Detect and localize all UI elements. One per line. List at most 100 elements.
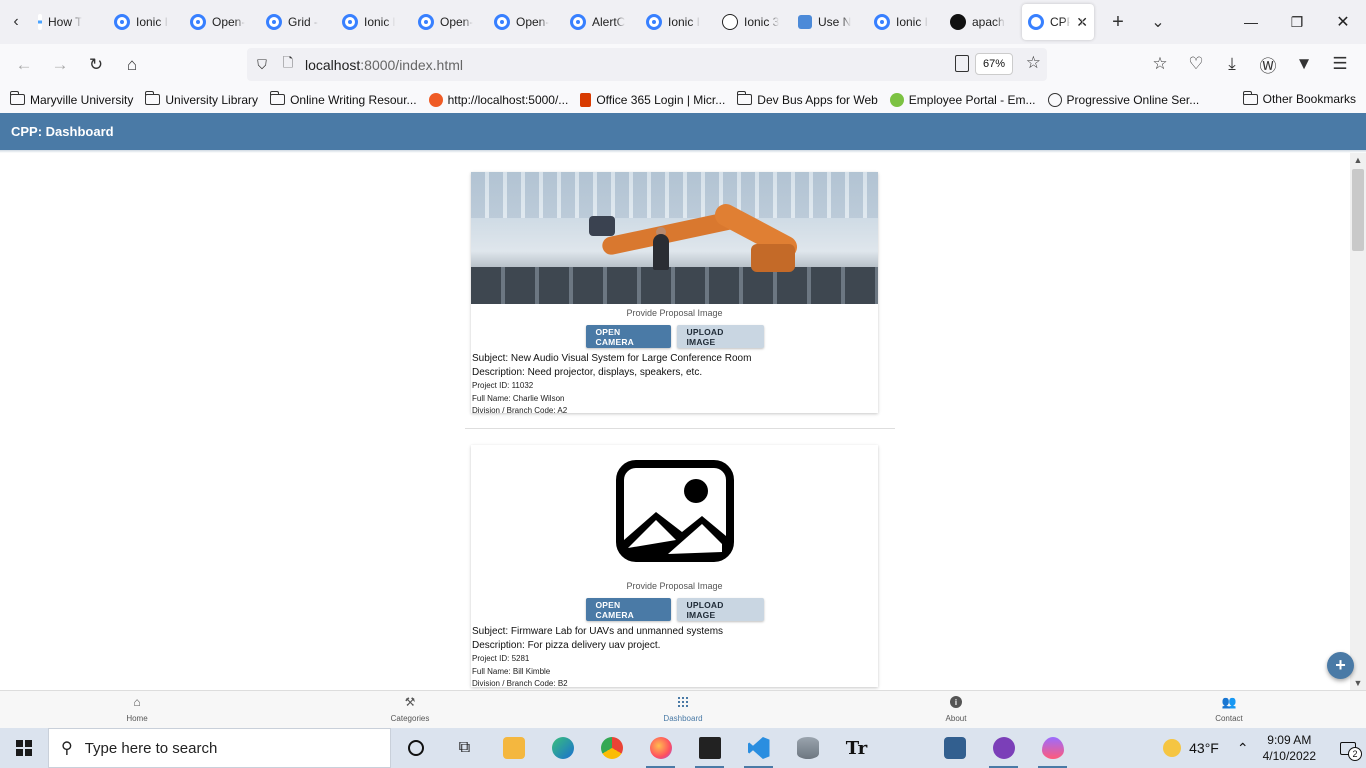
new-tab-button[interactable]: + (1100, 4, 1136, 40)
taskbar-clock[interactable]: 9:09 AM 4/10/2022 (1263, 732, 1316, 764)
browser-tab[interactable]: Open- (488, 4, 564, 40)
page-title: CPP: Dashboard (11, 124, 114, 139)
globe-icon (722, 14, 738, 30)
terminal-app[interactable] (685, 728, 734, 768)
reload-button[interactable]: ↻ (78, 49, 114, 81)
bookmark-item[interactable]: Maryville University (10, 91, 133, 107)
account-icon[interactable]: Ⓦ (1250, 48, 1286, 80)
full-name: Full Name: Bill Kimble (472, 666, 551, 676)
url-text[interactable]: localhost:8000/index.html (305, 57, 463, 73)
browser-tab[interactable]: Ionic 3 (716, 4, 792, 40)
tab-about[interactable]: i About (906, 695, 1006, 723)
browser-tab[interactable]: Ionic l (336, 4, 412, 40)
start-button[interactable] (0, 728, 48, 768)
zoom-level-badge[interactable]: 67% (974, 53, 1013, 75)
pocket-icon[interactable]: ☆ (1142, 48, 1178, 80)
typora-app[interactable]: Tr (832, 728, 881, 768)
task-view-icon: ⧉ (458, 739, 471, 756)
upload-image-button[interactable]: UPLOAD IMAGE (676, 325, 764, 348)
address-bar[interactable]: ⛉ 🗋 localhost:8000/index.html 67% ☆ (247, 48, 1047, 81)
chevron-up-icon[interactable]: ⌃ (1237, 740, 1249, 757)
dashboard-content[interactable]: Provide Proposal Image OPEN CAMERA UPLOA… (0, 153, 1350, 690)
browser-tab[interactable]: Open- (412, 4, 488, 40)
tab-bar-controls: › + ⌄ — ❐ ✕ (1064, 0, 1366, 44)
weather-temp[interactable]: 43°F (1189, 740, 1219, 756)
bookmark-item[interactable]: Office 365 Login | Micr... (580, 92, 725, 107)
page-info-icon[interactable]: 🗋 (275, 54, 301, 76)
tab-categories[interactable]: ⚒ Categories (360, 695, 460, 723)
menu-icon[interactable]: ☰ (1322, 48, 1358, 80)
mysql-workbench-app[interactable] (930, 728, 979, 768)
firefox-app[interactable] (636, 728, 685, 768)
windows-logo-icon (16, 740, 32, 756)
project-id: Project ID: 5281 (472, 654, 530, 663)
image-placeholder-icon (615, 460, 734, 562)
tab-dashboard[interactable]: Dashboard (633, 695, 733, 723)
folder-icon (145, 91, 161, 105)
forward-button[interactable]: → (42, 49, 78, 81)
other-bookmarks[interactable]: Other Bookmarks (1242, 90, 1356, 106)
bookmark-item[interactable]: Dev Bus Apps for Web (737, 91, 878, 107)
open-camera-button[interactable]: OPEN CAMERA (585, 325, 671, 348)
database-app[interactable] (783, 728, 832, 768)
upload-image-button[interactable]: UPLOAD IMAGE (676, 598, 764, 621)
button-row: OPEN CAMERA UPLOAD IMAGE (471, 598, 878, 621)
edge-icon (551, 737, 574, 759)
tab-home[interactable]: ⌂ Home (87, 695, 187, 723)
browser-tab[interactable]: apach (944, 4, 1020, 40)
tab-contact[interactable]: 👥 Contact (1179, 695, 1279, 723)
vue-devtools-icon[interactable]: ▼ (1286, 48, 1322, 80)
firefox-dev-app[interactable] (1028, 728, 1077, 768)
proposal-card: Provide Proposal Image OPEN CAMERA UPLOA… (471, 445, 878, 688)
bookmark-item[interactable]: Employee Portal - Em... (889, 92, 1036, 107)
edge-app[interactable] (538, 728, 587, 768)
list-divider (465, 428, 895, 429)
shield-icon[interactable]: ⛉ (249, 57, 275, 73)
reader-view-icon[interactable] (955, 55, 969, 72)
scroll-up-arrow-icon[interactable]: ▲ (1350, 153, 1366, 167)
info-icon: i (906, 695, 1006, 709)
bookmark-item[interactable]: Online Writing Resour... (270, 91, 417, 107)
bookmark-item[interactable]: http://localhost:5000/... (428, 92, 568, 107)
browser-tab[interactable]: Use N (792, 4, 868, 40)
minimize-button[interactable]: — (1228, 0, 1274, 44)
vscode-app[interactable] (734, 728, 783, 768)
browser-tab[interactable]: Ionic I (868, 4, 944, 40)
notification-center-button[interactable]: 2 (1330, 728, 1366, 768)
browser-tab[interactable]: Ionic I (108, 4, 184, 40)
ionic-icon (418, 14, 434, 30)
scroll-thumb[interactable] (1352, 169, 1364, 251)
save-to-pocket-icon[interactable]: ♡ (1178, 48, 1214, 80)
browser-tab[interactable]: Grid - (260, 4, 336, 40)
app-header: CPP: Dashboard (0, 113, 1366, 150)
browser-tab[interactable]: Ionic I (640, 4, 716, 40)
taskbar-search-box[interactable]: ⚲ Type here to search (48, 728, 391, 768)
downloads-icon[interactable]: ⤓ (1214, 48, 1250, 80)
restore-button[interactable]: ❐ (1274, 0, 1320, 44)
list-all-tabs-icon[interactable]: ⌄ (1140, 4, 1176, 40)
task-view-button[interactable]: ⧉ (440, 728, 489, 768)
home-button[interactable]: ⌂ (114, 49, 150, 81)
browser-tab[interactable]: AlertC (564, 4, 640, 40)
cortana-button[interactable] (391, 728, 440, 768)
person (653, 234, 669, 270)
file-explorer-icon (502, 737, 525, 759)
file-explorer-app[interactable] (489, 728, 538, 768)
bookmark-item[interactable]: Progressive Online Ser... (1047, 92, 1199, 107)
bookmark-item[interactable]: University Library (145, 91, 258, 107)
chrome-app[interactable] (587, 728, 636, 768)
tab-scroll-left-button[interactable]: ‹ (0, 0, 32, 44)
content-scrollbar[interactable]: ▲ ▼ (1350, 153, 1366, 690)
close-window-button[interactable]: ✕ (1320, 0, 1366, 44)
add-proposal-button[interactable]: + (1327, 652, 1354, 679)
browser-tab[interactable]: Open- (184, 4, 260, 40)
open-camera-button[interactable]: OPEN CAMERA (585, 598, 671, 621)
scroll-down-arrow-icon[interactable]: ▼ (1350, 676, 1366, 690)
weather-icon[interactable] (1163, 739, 1182, 757)
tab-scroll-right-button[interactable]: › (1064, 4, 1100, 40)
browser-tab[interactable]: How T (32, 4, 108, 40)
github-desktop-app[interactable] (979, 728, 1028, 768)
back-button[interactable]: ← (6, 49, 42, 81)
firefox-dev-icon (1041, 737, 1064, 759)
bookmark-star-icon[interactable]: ☆ (1026, 53, 1041, 73)
